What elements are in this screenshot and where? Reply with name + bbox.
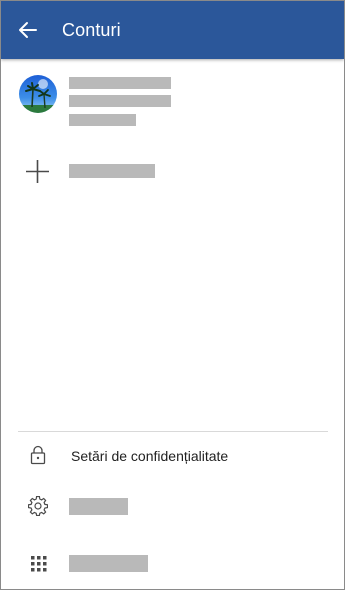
- divider: [18, 431, 328, 432]
- accounts-screen: Conturi Setări de confidențialitate: [0, 0, 345, 590]
- plus-icon: [25, 159, 50, 184]
- apps-label-redacted: [69, 555, 148, 572]
- gear-icon: [27, 495, 49, 521]
- add-account-label-redacted: [69, 164, 155, 178]
- grid-icon: [31, 556, 47, 577]
- account-email-redacted: [69, 95, 171, 107]
- page-title: Conturi: [62, 20, 121, 40]
- account-type-redacted: [69, 114, 136, 126]
- settings-label-redacted: [69, 498, 128, 515]
- app-bar: Conturi: [1, 1, 344, 59]
- account-avatar: [19, 75, 57, 113]
- privacy-settings-label: Setări de confidențialitate: [71, 448, 229, 464]
- back-arrow-icon[interactable]: [16, 18, 40, 42]
- account-name-redacted: [69, 77, 171, 89]
- lock-icon: [30, 445, 46, 470]
